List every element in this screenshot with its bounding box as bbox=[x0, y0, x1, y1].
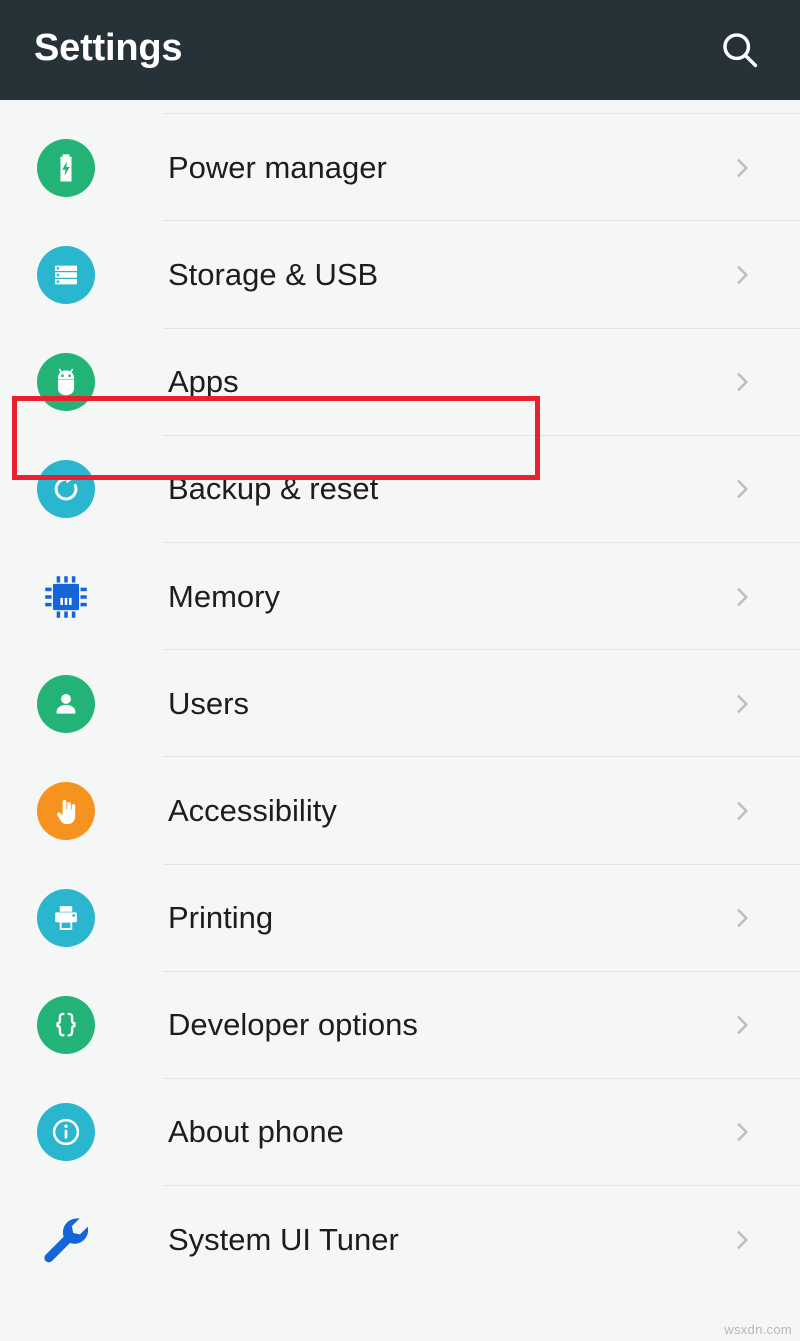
icon-circle bbox=[37, 674, 95, 733]
braces-icon bbox=[56, 1013, 76, 1037]
settings-row-apps[interactable]: Apps bbox=[0, 329, 800, 436]
icon-circle bbox=[37, 781, 95, 840]
row-label: Storage & USB bbox=[168, 256, 379, 292]
row-label: System UI Tuner bbox=[168, 1221, 399, 1257]
chevron-right-icon bbox=[728, 151, 756, 185]
app-bar: Settings bbox=[0, 0, 800, 100]
chevron-right-icon bbox=[728, 365, 756, 399]
settings-row-power-manager[interactable]: Power manager bbox=[0, 114, 800, 222]
row-icon-slot bbox=[35, 1209, 97, 1271]
icon-circle bbox=[37, 138, 95, 197]
row-icon-slot bbox=[35, 458, 97, 520]
row-icon-slot bbox=[35, 137, 97, 199]
row-icon-slot bbox=[35, 351, 97, 413]
row-icon-slot bbox=[35, 887, 97, 949]
row-label: About phone bbox=[168, 1114, 344, 1150]
icon-circle bbox=[37, 996, 95, 1055]
row-label: Accessibility bbox=[168, 792, 337, 828]
icon-circle bbox=[37, 353, 95, 412]
icon-circle bbox=[37, 460, 95, 519]
settings-row-memory[interactable]: Memory bbox=[0, 543, 800, 651]
settings-row-system-ui-tuner[interactable]: System UI Tuner bbox=[0, 1186, 800, 1293]
row-icon-slot bbox=[35, 244, 97, 306]
settings-row-about-phone[interactable]: About phone bbox=[0, 1079, 800, 1187]
icon-circle bbox=[37, 245, 95, 304]
row-label: Users bbox=[168, 685, 249, 721]
row-label: Backup & reset bbox=[168, 471, 379, 507]
person-icon bbox=[56, 693, 76, 714]
row-icon-slot bbox=[35, 1101, 97, 1163]
chevron-right-icon bbox=[728, 258, 756, 292]
refresh-icon bbox=[54, 475, 78, 501]
icon-circle bbox=[37, 889, 95, 948]
row-label: Power manager bbox=[168, 149, 387, 185]
icon-circle bbox=[37, 1103, 95, 1162]
row-icon-slot bbox=[35, 673, 97, 735]
settings-row-users[interactable]: Users bbox=[0, 650, 800, 758]
chevron-right-icon bbox=[728, 794, 756, 828]
search-button[interactable] bbox=[704, 14, 776, 86]
chevron-right-icon bbox=[728, 1223, 756, 1257]
settings-row-storage-usb[interactable]: Storage & USB bbox=[0, 221, 800, 329]
row-label: Printing bbox=[168, 900, 274, 936]
battery-icon bbox=[60, 154, 72, 182]
row-icon-slot bbox=[35, 994, 97, 1056]
search-icon bbox=[723, 33, 758, 68]
chevron-right-icon bbox=[728, 1115, 756, 1149]
row-label: Developer options bbox=[168, 1007, 418, 1043]
chevron-right-icon bbox=[728, 687, 756, 721]
row-icon-slot bbox=[35, 566, 97, 628]
watermark: wsxdn.com bbox=[724, 1322, 792, 1337]
row-label: Apps bbox=[168, 364, 239, 400]
settings-screen: SecurityPower managerStorage & USBAppsBa… bbox=[0, 0, 800, 1341]
settings-row-developer-options[interactable]: Developer options bbox=[0, 972, 800, 1079]
chevron-right-icon bbox=[728, 1008, 756, 1042]
settings-list[interactable]: SecurityPower managerStorage & USBAppsBa… bbox=[0, 7, 800, 1293]
chevron-right-icon bbox=[728, 472, 756, 506]
chevron-right-icon bbox=[728, 901, 756, 935]
row-icon-slot bbox=[35, 780, 97, 842]
chevron-right-icon bbox=[728, 580, 756, 614]
settings-row-accessibility[interactable]: Accessibility bbox=[0, 757, 800, 865]
wrench-icon bbox=[44, 1217, 89, 1262]
page-title: Settings bbox=[34, 27, 183, 69]
hand-pointer-icon bbox=[57, 799, 76, 825]
android-icon bbox=[57, 368, 75, 396]
storage-icon bbox=[54, 265, 78, 285]
row-label: Memory bbox=[168, 578, 280, 614]
info-icon bbox=[52, 1119, 80, 1146]
printer-icon bbox=[55, 906, 77, 930]
memory-chip-icon bbox=[45, 575, 87, 618]
settings-row-backup-reset[interactable]: Backup & reset bbox=[0, 436, 800, 543]
settings-row-printing[interactable]: Printing bbox=[0, 865, 800, 972]
